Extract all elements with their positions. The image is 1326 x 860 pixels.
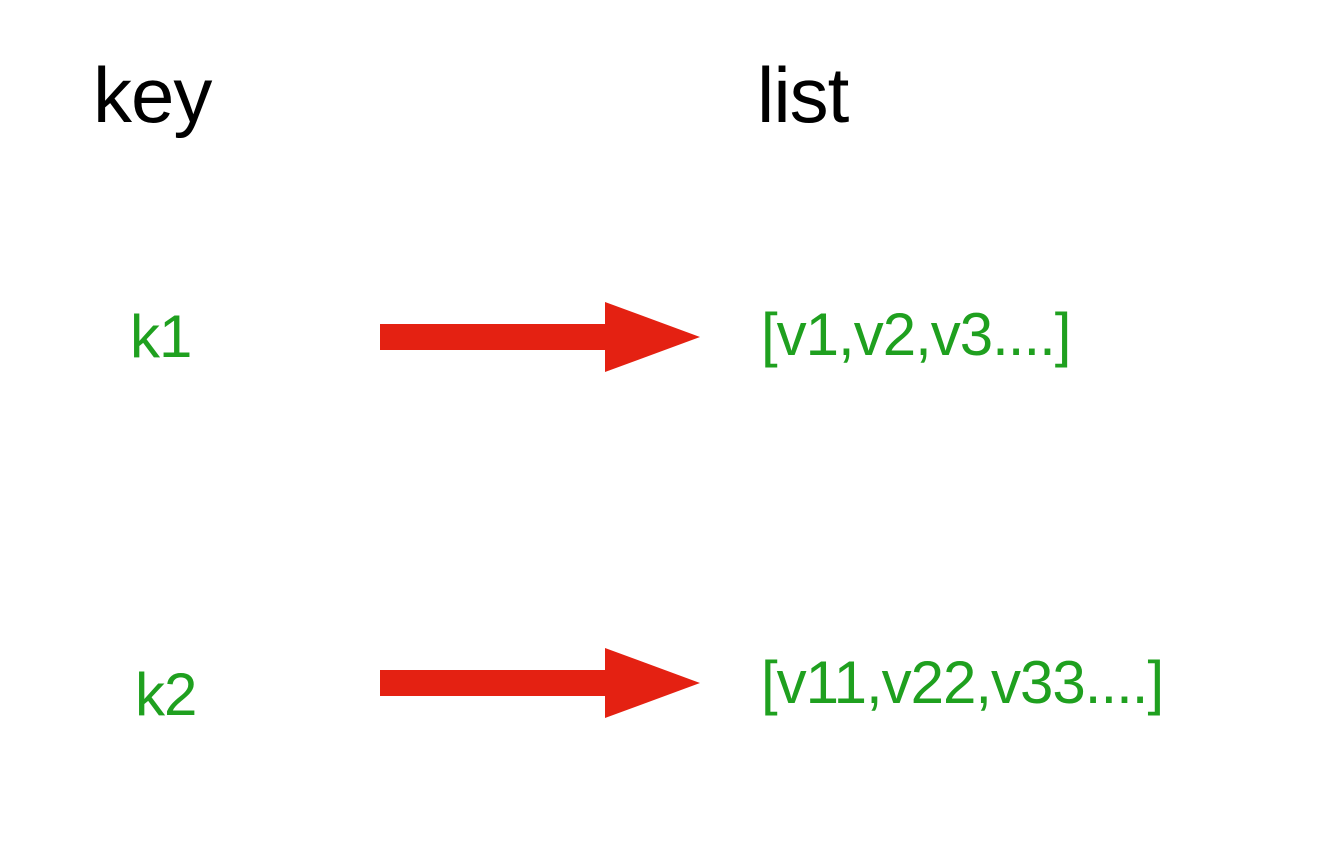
arrow-right-icon [380,302,700,377]
arrow-right-icon [380,648,700,723]
header-list: list [757,50,848,141]
header-key: key [93,50,211,141]
key-2-label: k2 [135,660,196,729]
key-1-label: k1 [130,302,191,371]
list-2-value: [v11,v22,v33....] [761,648,1163,717]
list-1-value: [v1,v2,v3....] [761,300,1070,369]
